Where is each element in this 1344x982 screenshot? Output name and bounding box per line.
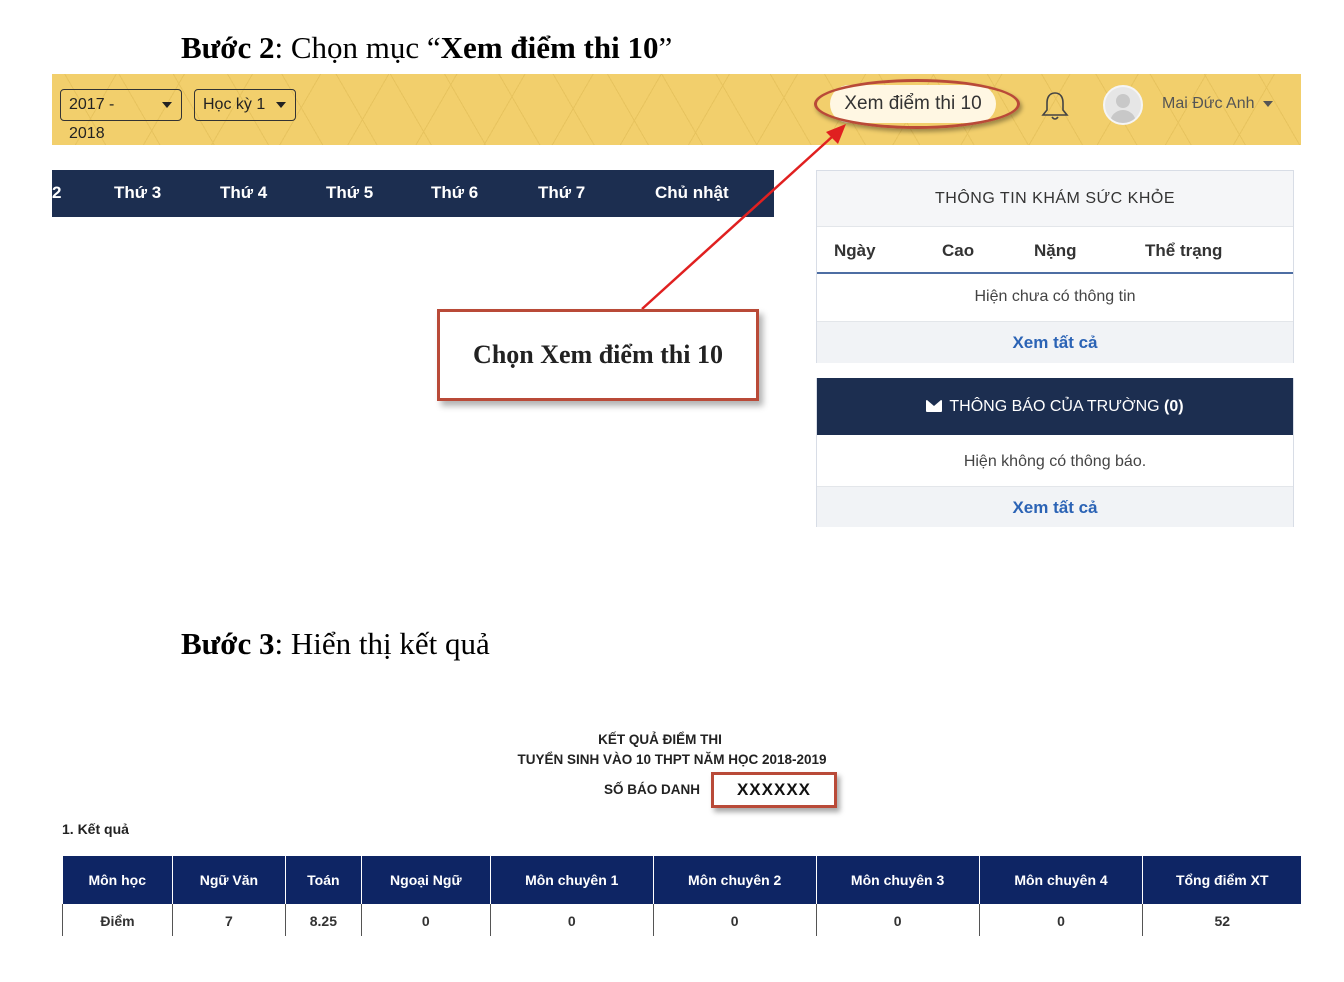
school-year-select[interactable]: 2017 - 2018	[60, 89, 182, 142]
envelope-icon	[926, 400, 943, 412]
caret-down-icon	[162, 102, 172, 108]
table-row: Điểm 7 8.25 0 0 0 0 0 52	[62, 904, 1301, 936]
semester-select[interactable]: Học kỳ 1	[194, 89, 296, 121]
weekday-bar: 2 Thứ 3 Thứ 4 Thứ 5 Thứ 6 Thứ 7 Chủ nhật	[52, 170, 774, 217]
user-name: Mai Đức Anh	[1162, 95, 1255, 112]
health-view-all-link[interactable]: Xem tất cả	[817, 321, 1293, 363]
notice-empty-message: Hiện không có thông báo.	[963, 453, 1147, 470]
health-info-panel: THÔNG TIN KHÁM SỨC KHỎE Ngày Cao Nặng Th…	[816, 170, 1294, 363]
highlight-ellipse	[814, 79, 1020, 129]
notice-count: (0)	[1164, 398, 1184, 415]
column-header: Môn chuyên 3	[815, 856, 980, 904]
weekday-tab[interactable]: Thứ 3	[114, 183, 161, 203]
divider	[817, 272, 1293, 274]
school-notice-panel: THÔNG BÁO CỦA TRƯỜNG (0) Hiện không có t…	[816, 378, 1294, 527]
column-header: Môn chuyên 2	[652, 856, 817, 904]
weekday-tab[interactable]: 2	[52, 183, 61, 203]
table-cell: 7	[171, 904, 286, 936]
table-cell: 0	[815, 904, 980, 936]
health-column-header: Cao	[942, 241, 975, 260]
weekday-tab[interactable]: Thứ 6	[431, 183, 478, 203]
column-header: Ngoại Ngữ	[360, 856, 491, 904]
table-cell: 0	[978, 904, 1143, 936]
table-header-row: Môn học Ngữ Văn Toán Ngoại Ngữ Môn chuyê…	[62, 856, 1301, 904]
table-cell: Điểm	[62, 904, 173, 936]
semester-value: Học kỳ 1	[203, 96, 266, 113]
weekday-tab[interactable]: Thứ 5	[326, 183, 373, 203]
results-subtitle: TUYỂN SINH VÀO 10 THPT NĂM HỌC 2018-2019	[517, 752, 827, 767]
table-cell: 52	[1142, 904, 1301, 936]
section-label: 1. Kết quả	[62, 821, 129, 837]
notice-title: THÔNG BÁO CỦA TRƯỜNG	[949, 398, 1160, 415]
user-menu[interactable]: Mai Đức Anh	[1162, 95, 1273, 113]
table-cell: 0	[652, 904, 817, 936]
table-cell: 0	[360, 904, 491, 936]
caret-down-icon	[1262, 100, 1273, 107]
health-column-header: Ngày	[834, 241, 876, 260]
column-header: Môn học	[62, 856, 173, 904]
health-panel-title: THÔNG TIN KHÁM SỨC KHỎE	[817, 171, 1293, 227]
column-header: Môn chuyên 4	[978, 856, 1143, 904]
column-header: Môn chuyên 1	[489, 856, 654, 904]
column-header: Tổng điểm XT	[1142, 856, 1301, 904]
step-3-heading: Bước 3: Hiển thị kết quả	[181, 626, 490, 661]
caret-down-icon	[276, 102, 286, 108]
candidate-number-label: SỐ BÁO DANH	[604, 782, 701, 797]
weekday-tab[interactable]: Thứ 4	[220, 183, 267, 203]
avatar[interactable]	[1103, 85, 1143, 125]
health-column-header: Thể trạng	[1145, 241, 1223, 260]
results-title: KẾT QUẢ ĐIỂM THI	[598, 732, 722, 747]
step-2-heading: Bước 2: Chọn mục “Xem điểm thi 10”	[181, 30, 673, 65]
candidate-number-value: XXXXXX	[711, 772, 837, 808]
weekday-tab[interactable]: Chủ nhật	[655, 183, 729, 203]
weekday-tab[interactable]: Thứ 7	[538, 183, 585, 203]
results-table: Môn học Ngữ Văn Toán Ngoại Ngữ Môn chuyê…	[62, 856, 1301, 936]
top-bar: 2017 - 2018 Học kỳ 1 Xem điểm thi 10 Mai…	[52, 74, 1301, 145]
health-empty-message: Hiện chưa có thông tin	[974, 288, 1136, 305]
notice-view-all-link[interactable]: Xem tất cả	[817, 486, 1293, 527]
notice-panel-title: THÔNG BÁO CỦA TRƯỜNG (0)	[817, 378, 1293, 435]
table-cell: 8.25	[284, 904, 362, 936]
column-header: Toán	[284, 856, 362, 904]
callout-box: Chọn Xem điểm thi 10	[437, 309, 759, 401]
health-column-header: Nặng	[1034, 241, 1077, 260]
column-header: Ngữ Văn	[171, 856, 286, 904]
bell-icon[interactable]	[1040, 90, 1070, 122]
table-cell: 0	[489, 904, 654, 936]
